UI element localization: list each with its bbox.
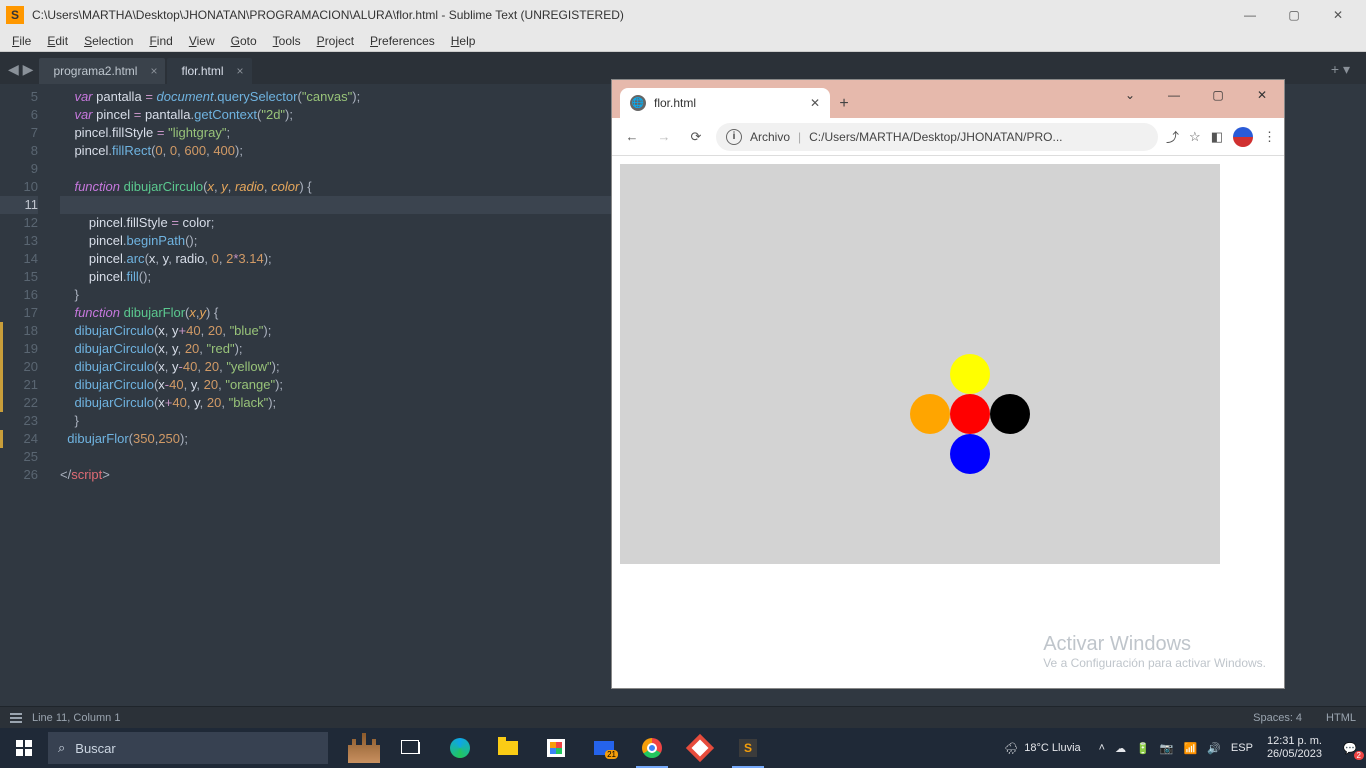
taskbar-clock[interactable]: 12:31 p. m. 26/05/2023 bbox=[1267, 735, 1322, 761]
menu-find[interactable]: Find bbox=[141, 32, 180, 50]
mail-icon[interactable]: 21 bbox=[580, 728, 628, 768]
file-tab[interactable]: programa2.html× bbox=[39, 58, 165, 84]
git-icon[interactable] bbox=[676, 728, 724, 768]
notification-center-icon[interactable]: 💬2 bbox=[1336, 734, 1364, 762]
chrome-tab[interactable]: 🌐 flor.html ✕ bbox=[620, 88, 830, 118]
chrome-viewport: Activar Windows Ve a Configuración para … bbox=[612, 156, 1284, 688]
chrome-tabstrip: 🌐 flor.html ✕ + ⌄ — ▢ ✕ bbox=[612, 80, 1284, 118]
statusbar-menu-icon[interactable] bbox=[10, 713, 22, 723]
tab-close-icon[interactable]: × bbox=[236, 64, 243, 78]
statusbar-language[interactable]: HTML bbox=[1326, 712, 1356, 724]
line-gutter: 567891011121314151617181920212223242526 bbox=[0, 84, 48, 709]
chrome-maximize-button[interactable]: ▢ bbox=[1196, 80, 1240, 110]
wifi-icon[interactable]: 📶 bbox=[1184, 742, 1198, 755]
menu-help[interactable]: Help bbox=[443, 32, 484, 50]
taskbar-search-placeholder: Buscar bbox=[75, 741, 115, 756]
volume-icon[interactable]: 🔊 bbox=[1207, 742, 1221, 755]
profile-avatar[interactable] bbox=[1233, 127, 1253, 147]
meet-now-icon[interactable]: 📷 bbox=[1160, 742, 1174, 755]
circle-orange bbox=[910, 394, 950, 434]
canvas-output bbox=[620, 164, 1220, 564]
tab-history-arrows[interactable]: ◀ ▶ bbox=[8, 61, 39, 84]
weather-widget[interactable]: 🌧 18°C Lluvia bbox=[1004, 742, 1080, 755]
start-button[interactable] bbox=[0, 728, 48, 768]
sublime-icon: S bbox=[6, 6, 24, 24]
battery-icon[interactable]: 🔋 bbox=[1136, 742, 1150, 755]
chrome-close-button[interactable]: ✕ bbox=[1240, 80, 1284, 110]
file-tab[interactable]: flor.html× bbox=[167, 58, 251, 84]
chrome-new-tab-button[interactable]: + bbox=[830, 90, 858, 118]
microsoft-store-icon[interactable] bbox=[532, 728, 580, 768]
tray-chevron-icon[interactable]: ˄ bbox=[1099, 742, 1105, 754]
circle-blue bbox=[950, 434, 990, 474]
language-indicator[interactable]: ESP bbox=[1231, 742, 1253, 754]
new-tab-button[interactable]: + ▾ bbox=[1331, 61, 1358, 84]
taskbar-search[interactable]: ⌕ Buscar bbox=[48, 732, 328, 764]
back-button[interactable]: ← bbox=[620, 125, 644, 149]
forward-button[interactable]: → bbox=[652, 125, 676, 149]
edge-icon[interactable] bbox=[436, 728, 484, 768]
menu-selection[interactable]: Selection bbox=[76, 32, 141, 50]
menu-tools[interactable]: Tools bbox=[265, 32, 309, 50]
menu-edit[interactable]: Edit bbox=[39, 32, 76, 50]
circle-black bbox=[990, 394, 1030, 434]
statusbar-position: Line 11, Column 1 bbox=[32, 712, 120, 724]
menu-project[interactable]: Project bbox=[309, 32, 362, 50]
side-panel-icon[interactable]: ◧ bbox=[1211, 129, 1223, 145]
url-scheme-label: Archivo bbox=[750, 130, 790, 144]
chrome-toolbar: ← → ⟳ i Archivo | C:/Users/MARTHA/Deskto… bbox=[612, 118, 1284, 156]
onedrive-icon[interactable]: ☁ bbox=[1115, 742, 1126, 755]
sublime-menubar: FileEditSelectionFindViewGotoToolsProjec… bbox=[0, 30, 1366, 52]
file-explorer-icon[interactable] bbox=[484, 728, 532, 768]
menu-preferences[interactable]: Preferences bbox=[362, 32, 443, 50]
minimap[interactable] bbox=[1276, 84, 1366, 709]
windows-activation-watermark: Activar Windows Ve a Configuración para … bbox=[1043, 633, 1266, 670]
share-icon[interactable]: ⤴ bbox=[1166, 127, 1179, 146]
menu-file[interactable]: File bbox=[4, 32, 39, 50]
close-button[interactable]: ✕ bbox=[1316, 0, 1360, 30]
chrome-menu-icon[interactable]: ⋮ bbox=[1263, 129, 1276, 145]
weather-text: 18°C Lluvia bbox=[1024, 742, 1080, 754]
weather-icon: 🌧 bbox=[1004, 742, 1018, 755]
tab-close-icon[interactable]: × bbox=[150, 64, 157, 78]
chrome-tab-close-icon[interactable]: ✕ bbox=[790, 96, 820, 110]
circle-yellow bbox=[950, 354, 990, 394]
address-bar[interactable]: i Archivo | C:/Users/MARTHA/Desktop/JHON… bbox=[716, 123, 1158, 151]
sublime-taskbar-icon[interactable]: S bbox=[724, 728, 772, 768]
chrome-window: 🌐 flor.html ✕ + ⌄ — ▢ ✕ ← → ⟳ i Archivo … bbox=[612, 80, 1284, 688]
search-icon: ⌕ bbox=[58, 740, 65, 756]
menu-goto[interactable]: Goto bbox=[223, 32, 265, 50]
task-view-icon[interactable] bbox=[388, 728, 436, 768]
windows-taskbar: ⌕ Buscar 21 S 🌧 18°C Lluvia ˄ ☁ 🔋 📷 📶 🔊 … bbox=[0, 728, 1366, 768]
circle-red bbox=[950, 394, 990, 434]
statusbar-spaces[interactable]: Spaces: 4 bbox=[1253, 712, 1302, 724]
sublime-titlebar: S C:\Users\MARTHA\Desktop\JHONATAN\PROGR… bbox=[0, 0, 1366, 30]
sublime-statusbar: Line 11, Column 1 Spaces: 4 HTML bbox=[0, 706, 1366, 728]
maximize-button[interactable]: ▢ bbox=[1272, 0, 1316, 30]
site-info-icon[interactable]: i bbox=[726, 129, 742, 145]
chrome-minimize-button[interactable]: — bbox=[1152, 80, 1196, 110]
chrome-tab-search-icon[interactable]: ⌄ bbox=[1108, 80, 1152, 110]
reload-button[interactable]: ⟳ bbox=[684, 125, 708, 149]
chrome-tab-title: flor.html bbox=[654, 96, 696, 110]
cortana-icon[interactable] bbox=[340, 728, 388, 768]
globe-icon: 🌐 bbox=[630, 95, 646, 111]
bookmark-icon[interactable]: ☆ bbox=[1189, 129, 1201, 145]
sublime-title-text: C:\Users\MARTHA\Desktop\JHONATAN\PROGRAM… bbox=[32, 8, 1228, 22]
minimize-button[interactable]: — bbox=[1228, 0, 1272, 30]
chrome-taskbar-icon[interactable] bbox=[628, 728, 676, 768]
system-tray[interactable]: ˄ ☁ 🔋 📷 📶 🔊 ESP bbox=[1099, 742, 1253, 755]
url-text: C:/Users/MARTHA/Desktop/JHONATAN/PRO... bbox=[809, 130, 1062, 144]
menu-view[interactable]: View bbox=[181, 32, 223, 50]
